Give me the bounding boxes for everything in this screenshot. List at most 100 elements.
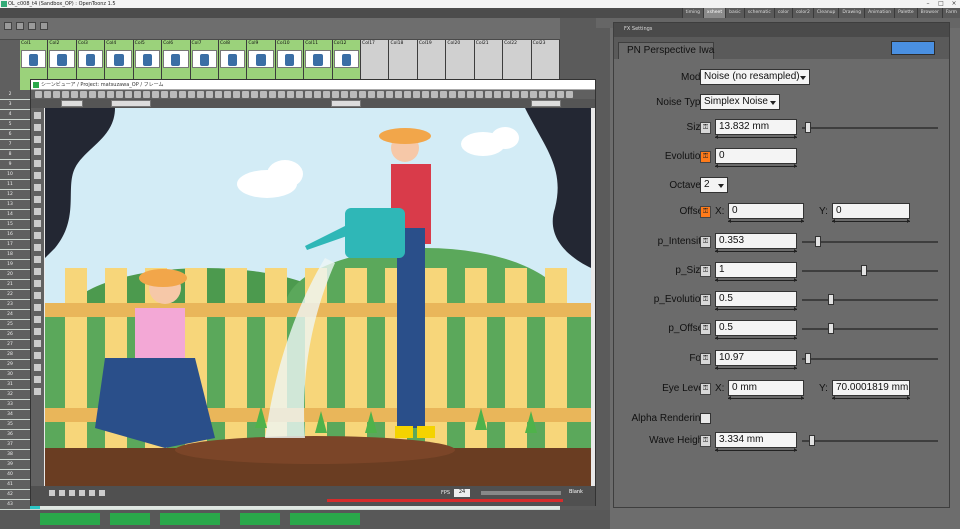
viewer-tool-icon[interactable] bbox=[89, 91, 96, 98]
viewer-tool-icon[interactable] bbox=[368, 91, 375, 98]
tool-icon[interactable] bbox=[34, 268, 41, 275]
p-intensity-drag-bar[interactable] bbox=[715, 249, 797, 253]
viewer-tool-icon[interactable] bbox=[125, 91, 132, 98]
room-tab[interactable]: color2 bbox=[791, 8, 813, 18]
room-tab[interactable]: Cleanup bbox=[812, 8, 839, 18]
room-tab[interactable]: Palette bbox=[894, 8, 917, 18]
viewer-tool-icon[interactable] bbox=[296, 91, 303, 98]
minimize-icon[interactable]: – bbox=[922, 0, 934, 8]
tool-icon[interactable] bbox=[34, 316, 41, 323]
p-evolution-drag-bar[interactable] bbox=[715, 307, 797, 311]
key-icon[interactable]: ⚿ bbox=[700, 353, 711, 365]
viewer-tool-icon[interactable] bbox=[458, 91, 465, 98]
play-icon[interactable] bbox=[69, 490, 75, 496]
offset-y-field[interactable]: 0 bbox=[832, 203, 910, 219]
viewer-tool-icon[interactable] bbox=[431, 91, 438, 98]
viewer-tool-icon[interactable] bbox=[224, 91, 231, 98]
mode-select[interactable] bbox=[111, 100, 151, 107]
viewer-tool-icon[interactable] bbox=[188, 91, 195, 98]
tool-icon[interactable] bbox=[34, 196, 41, 203]
tool-icon[interactable] bbox=[34, 340, 41, 347]
last-frame-icon[interactable] bbox=[89, 490, 95, 496]
new-raster-icon[interactable] bbox=[16, 22, 24, 30]
key-icon[interactable]: ⚿ bbox=[700, 323, 711, 335]
viewer-tool-icon[interactable] bbox=[521, 91, 528, 98]
eye-level-x-field[interactable]: 0 mm bbox=[728, 380, 804, 396]
viewer-tool-icon[interactable] bbox=[269, 91, 276, 98]
viewer-tool-icon[interactable] bbox=[566, 91, 573, 98]
room-tab[interactable]: basic bbox=[725, 8, 744, 18]
p-intensity-slider[interactable] bbox=[802, 241, 938, 243]
evolution-field[interactable]: 0 bbox=[715, 148, 797, 164]
viewer-tool-icon[interactable] bbox=[332, 91, 339, 98]
p-offset-drag-bar[interactable] bbox=[715, 336, 797, 340]
tool-icon[interactable] bbox=[34, 208, 41, 215]
eye-level-x-drag-bar[interactable] bbox=[728, 396, 804, 400]
viewer-tool-icon[interactable] bbox=[548, 91, 555, 98]
viewer-tool-icon[interactable] bbox=[242, 91, 249, 98]
viewer-tool-icon[interactable] bbox=[116, 91, 123, 98]
size-drag-bar[interactable] bbox=[715, 135, 797, 139]
viewer-tool-icon[interactable] bbox=[71, 91, 78, 98]
key-icon[interactable]: ⚿ bbox=[700, 206, 711, 218]
viewer-tool-icon[interactable] bbox=[485, 91, 492, 98]
room-tab[interactable]: Browser bbox=[916, 8, 942, 18]
viewer-tool-icon[interactable] bbox=[179, 91, 186, 98]
viewer-tool-icon[interactable] bbox=[197, 91, 204, 98]
room-tab[interactable]: xsheet bbox=[702, 8, 726, 18]
viewer-tool-icon[interactable] bbox=[377, 91, 384, 98]
tool-icon[interactable] bbox=[34, 328, 41, 335]
viewer-tool-icon[interactable] bbox=[314, 91, 321, 98]
tool-icon[interactable] bbox=[34, 364, 41, 371]
viewer-tool-icon[interactable] bbox=[233, 91, 240, 98]
room-tab[interactable]: schematic bbox=[743, 8, 774, 18]
offset-x-field[interactable]: 0 bbox=[728, 203, 804, 219]
viewer-tool-icon[interactable] bbox=[413, 91, 420, 98]
viewer-tool-icon[interactable] bbox=[557, 91, 564, 98]
viewer-tool-icon[interactable] bbox=[44, 91, 51, 98]
viewer-tool-icon[interactable] bbox=[107, 91, 114, 98]
viewer-tool-icon[interactable] bbox=[395, 91, 402, 98]
viewer-tool-icon[interactable] bbox=[152, 91, 159, 98]
viewer-tool-icon[interactable] bbox=[170, 91, 177, 98]
type-select[interactable] bbox=[61, 100, 83, 107]
tool-icon[interactable] bbox=[34, 112, 41, 119]
viewer-tool-icon[interactable] bbox=[80, 91, 87, 98]
p-size-slider[interactable] bbox=[802, 270, 938, 272]
new-level-icon[interactable] bbox=[4, 22, 12, 30]
room-tab[interactable]: Drawing bbox=[838, 8, 865, 18]
tool-icon[interactable] bbox=[34, 220, 41, 227]
key-icon[interactable]: ⚿ bbox=[700, 236, 711, 248]
octaves-combo[interactable]: 2 bbox=[700, 177, 728, 193]
viewer-tool-icon[interactable] bbox=[53, 91, 60, 98]
p-evolution-slider[interactable] bbox=[802, 299, 938, 301]
wave-height-field[interactable]: 3.334 mm bbox=[715, 432, 797, 448]
viewer-tool-icon[interactable] bbox=[422, 91, 429, 98]
alpha-rendering-checkbox[interactable] bbox=[700, 413, 711, 424]
wave-height-drag-bar[interactable] bbox=[715, 448, 797, 452]
viewer-tool-icon[interactable] bbox=[98, 91, 105, 98]
viewer-tool-icon[interactable] bbox=[449, 91, 456, 98]
viewer-canvas[interactable] bbox=[45, 108, 591, 486]
viewer-tool-icon[interactable] bbox=[206, 91, 213, 98]
viewer-tool-icon[interactable] bbox=[467, 91, 474, 98]
fov-field[interactable]: 10.97 bbox=[715, 350, 797, 366]
tool-icon[interactable] bbox=[34, 388, 41, 395]
tab-pn-perspective[interactable]: PN Perspective Iwa bbox=[618, 42, 714, 59]
fov-slider[interactable] bbox=[802, 358, 938, 360]
size-slider[interactable] bbox=[802, 127, 938, 129]
viewer-tool-icon[interactable] bbox=[323, 91, 330, 98]
viewer-tool-icon[interactable] bbox=[305, 91, 312, 98]
p-intensity-slider-handle[interactable] bbox=[815, 236, 821, 247]
tool-icon[interactable] bbox=[34, 184, 41, 191]
key-icon[interactable]: ⚿ bbox=[700, 383, 711, 395]
fps-field[interactable]: 24 bbox=[454, 489, 470, 497]
fps-slider[interactable] bbox=[481, 491, 561, 495]
next-frame-icon[interactable] bbox=[79, 490, 85, 496]
tool-icon[interactable] bbox=[34, 124, 41, 131]
viewer-tool-icon[interactable] bbox=[260, 91, 267, 98]
viewer-tool-icon[interactable] bbox=[476, 91, 483, 98]
option-field[interactable] bbox=[531, 100, 561, 107]
viewer-tool-icon[interactable] bbox=[215, 91, 222, 98]
viewer-tool-icon[interactable] bbox=[440, 91, 447, 98]
